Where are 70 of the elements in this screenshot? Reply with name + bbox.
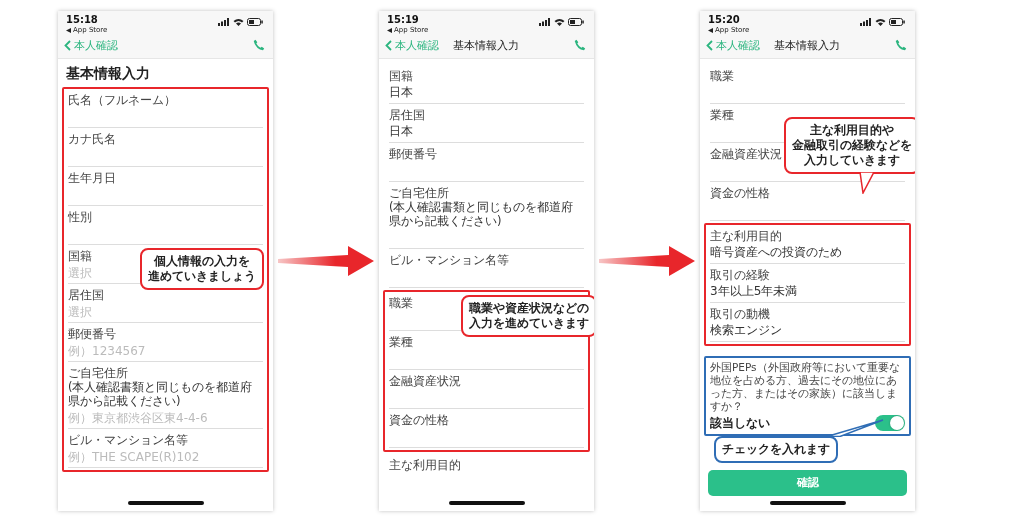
callout-tooltip: 個人情報の入力を 進めていきましょう (140, 247, 264, 290)
status-time: 15:19 (387, 13, 420, 26)
input-field[interactable]: 暗号資産への投資のため (710, 242, 905, 264)
field-note: (本人確認書類と同じものを都道府県から記載ください) (68, 379, 254, 408)
input-field[interactable]: 日本 (389, 121, 584, 143)
field-label: カナ氏名 (68, 131, 116, 146)
field-label: 主な利用目的 (710, 228, 782, 243)
input-field[interactable]: 例）1234567 (68, 340, 263, 362)
chevron-left-icon (706, 39, 713, 51)
input-field[interactable]: 選択 (68, 301, 263, 323)
back-triangle-icon (387, 27, 392, 33)
field-label: 郵便番号 (68, 326, 116, 341)
field-label: 性別 (68, 209, 92, 224)
page-title: 基本情報入力 (65, 63, 151, 83)
field-label: 金融資産状況 (389, 373, 461, 388)
toggle-switch[interactable] (875, 415, 905, 431)
wifi-icon (875, 17, 886, 26)
field-label: ご自宅住所 (389, 185, 449, 200)
field-label: 取引の経験 (710, 267, 770, 282)
callout-tooltip: チェックを入れます (714, 435, 838, 463)
phone-icon[interactable] (253, 39, 265, 51)
field-label: ビル・マンション名等 (389, 252, 509, 267)
signal-icon (218, 17, 230, 26)
battery-icon (247, 17, 263, 26)
field-label: 生年月日 (68, 170, 116, 185)
question-text: 外国PEPs（外国政府等において重要な地位を占める方、過去にその地位にあった方、またはその家族）に該当しますか？ (710, 360, 901, 413)
field-label: 業種 (710, 107, 734, 122)
back-triangle-icon (708, 27, 713, 33)
callout-tooltip: 主な利用目的や 金融取引の経験などを 入力していきます (784, 116, 915, 174)
signal-icon (860, 17, 872, 26)
field-label: 氏名（フルネーム） (68, 92, 176, 107)
field-label: 資金の性格 (710, 185, 770, 200)
field-label: 資金の性格 (389, 412, 449, 427)
status-time: 15:18 (66, 13, 99, 26)
field-label: 居住国 (389, 107, 425, 122)
nav-title: 基本情報入力 (773, 37, 840, 53)
signal-icon (539, 17, 551, 26)
chevron-left-icon (385, 39, 392, 51)
status-time: 15:20 (708, 13, 741, 26)
input-field[interactable]: 日本 (389, 82, 584, 104)
field-label: 業種 (389, 334, 413, 349)
field-label: ビル・マンション名等 (68, 432, 188, 447)
field-label: 取引の動機 (710, 306, 770, 321)
field-label: 職業 (389, 295, 413, 310)
nav-title: 基本情報入力 (452, 37, 519, 53)
phone-icon[interactable] (895, 39, 907, 51)
input-field[interactable]: 例）東京都渋谷区東4-4-6 (68, 407, 263, 429)
arrow-icon (599, 245, 695, 276)
input-field[interactable]: 例）THE SCAPE(R)102 (68, 446, 263, 468)
field-label: 国籍 (389, 68, 413, 83)
input-field[interactable]: 3年以上5年未満 (710, 281, 905, 303)
field-label: 主な利用目的 (389, 457, 461, 472)
arrow-icon (278, 245, 374, 276)
chevron-left-icon (64, 39, 71, 51)
battery-icon (568, 17, 584, 26)
battery-icon (889, 17, 905, 26)
wifi-icon (233, 17, 244, 26)
field-label: 居住国 (68, 287, 104, 302)
back-triangle-icon (66, 27, 71, 33)
input-field[interactable]: 検索エンジン (710, 320, 905, 342)
field-label: ご自宅住所 (68, 365, 128, 380)
field-label: 郵便番号 (389, 146, 437, 161)
wifi-icon (554, 17, 565, 26)
callout-tooltip: 職業や資産状況などの 入力を進めていきます (461, 294, 594, 337)
field-label: 国籍 (68, 248, 92, 263)
field-note: (本人確認書類と同じものを都道府県から記載ください) (389, 199, 575, 228)
field-label: 職業 (710, 68, 734, 83)
phone-icon[interactable] (574, 39, 586, 51)
answer-label: 該当しない (710, 414, 770, 432)
field-label: 金融資産状況 (710, 146, 782, 161)
